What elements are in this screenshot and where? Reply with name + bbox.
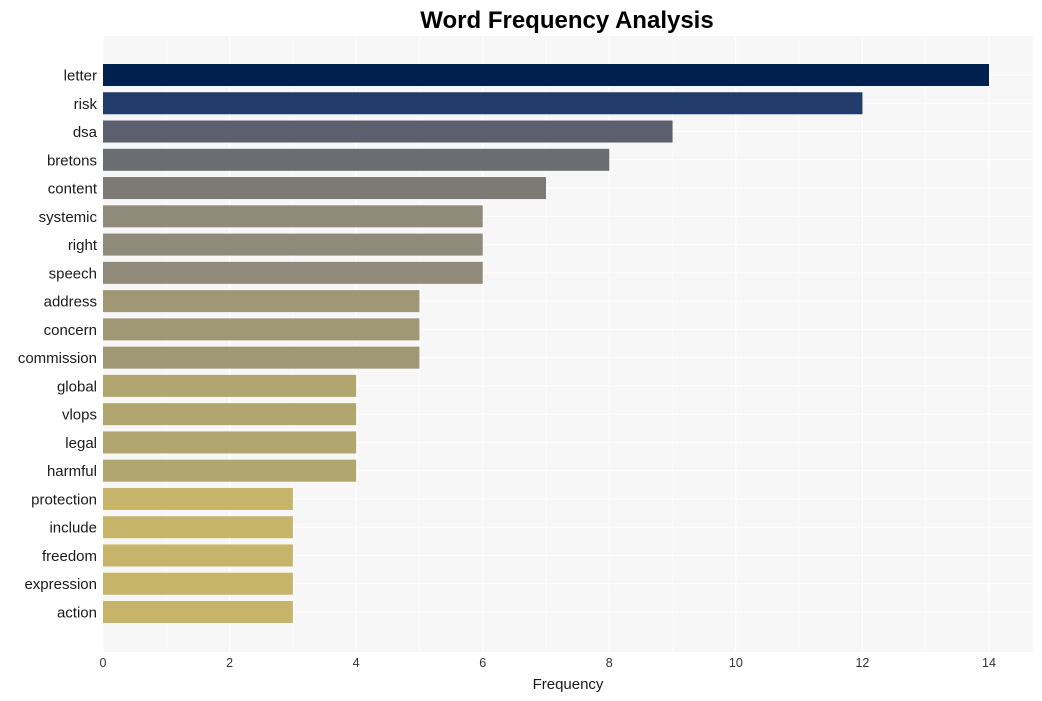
bar-content <box>103 177 546 200</box>
y-tick-label: harmful <box>47 463 97 480</box>
bar-protection <box>103 487 293 510</box>
y-tick-label: letter <box>64 68 97 85</box>
y-tick-label: risk <box>74 96 98 113</box>
y-tick-label: expression <box>24 576 97 593</box>
x-tick-label: 2 <box>226 656 233 670</box>
bar-legal <box>103 431 357 454</box>
y-tick-label: right <box>68 237 98 254</box>
chart-title: Word Frequency Analysis <box>420 7 713 34</box>
y-tick-label: vlops <box>62 407 97 424</box>
y-tick-label: address <box>44 294 97 311</box>
y-tick-label: action <box>57 605 97 622</box>
bar-vlops <box>103 403 357 426</box>
bar-harmful <box>103 459 357 482</box>
y-tick-label: protection <box>31 491 97 508</box>
bar-systemic <box>103 205 483 228</box>
bar-include <box>103 516 293 539</box>
bar-commission <box>103 346 420 369</box>
x-tick-label: 8 <box>606 656 613 670</box>
y-tick-label: legal <box>65 435 97 452</box>
bar-bretons <box>103 148 610 171</box>
bar-speech <box>103 261 483 284</box>
y-tick-label: speech <box>49 265 97 282</box>
y-tick-label: dsa <box>73 124 98 141</box>
bar-dsa <box>103 120 673 143</box>
bar-concern <box>103 318 420 341</box>
x-tick-label: 4 <box>353 656 360 670</box>
x-tick-label: 6 <box>479 656 486 670</box>
bar-risk <box>103 92 863 115</box>
y-tick-label: freedom <box>42 548 97 565</box>
y-tick-label: systemic <box>39 209 98 226</box>
x-tick-label: 0 <box>100 656 107 670</box>
bar-global <box>103 374 357 397</box>
word-frequency-chart: Word Frequency Analysis letter risk dsa bre… <box>18 7 1033 693</box>
y-tick-label: bretons <box>47 152 97 169</box>
x-tick-label: 14 <box>982 656 996 670</box>
bar-expression <box>103 572 293 595</box>
y-tick-label: include <box>49 520 97 537</box>
x-axis-label: Frequency <box>533 676 604 693</box>
y-tick-label: global <box>57 378 97 395</box>
y-axis-labels: letter risk dsa bretons content systemic right… <box>18 68 98 622</box>
bar-right <box>103 233 483 256</box>
y-tick-label: content <box>48 181 98 198</box>
bar-address <box>103 290 420 313</box>
x-tick-label: 10 <box>729 656 743 670</box>
x-axis-ticks: 0 2 4 6 8 10 12 14 <box>100 656 996 670</box>
x-tick-label: 12 <box>855 656 869 670</box>
y-tick-label: commission <box>18 350 97 367</box>
bar-freedom <box>103 544 293 567</box>
y-tick-label: concern <box>44 322 97 339</box>
bar-action <box>103 601 293 623</box>
bar-letter <box>103 64 989 86</box>
